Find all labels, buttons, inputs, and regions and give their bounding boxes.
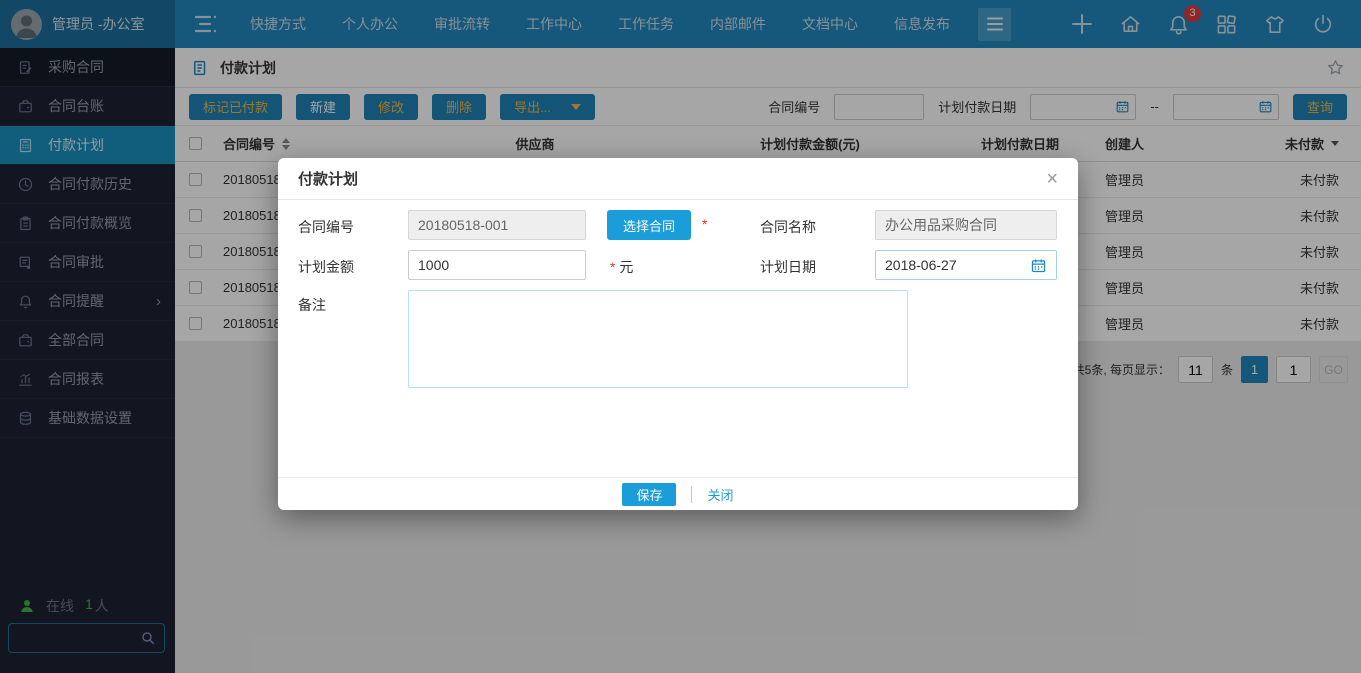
remark-label: 备注 [298, 295, 326, 315]
unit-label: 元 [619, 259, 633, 275]
close-icon[interactable]: × [1046, 169, 1058, 189]
contract-no-field[interactable] [408, 210, 586, 240]
close-button[interactable]: 关闭 [707, 485, 733, 504]
plan-date-label: 计划日期 [760, 257, 816, 277]
amount-unit: * 元 [610, 257, 633, 277]
remark-textarea[interactable] [408, 290, 908, 388]
amount-label: 计划金额 [298, 257, 354, 277]
contract-no-label: 合同编号 [298, 217, 354, 237]
amount-field[interactable] [408, 250, 586, 280]
contract-name-label: 合同名称 [760, 217, 816, 237]
footer-divider [691, 486, 692, 503]
dialog-footer: 保存 关闭 [278, 477, 1078, 510]
contract-name-field[interactable] [875, 210, 1057, 240]
dialog-header: 付款计划 × [278, 158, 1078, 200]
dialog-title: 付款计划 [298, 168, 358, 189]
save-button[interactable]: 保存 [622, 483, 676, 506]
required-mark: * [702, 216, 707, 232]
app-window: 管理员 -办公室 快捷方式 个人办公 审批流转 工作中心 工作任务 内部邮件 文… [0, 0, 1361, 673]
dialog-body: 合同编号 选择合同 * 合同名称 计划金额 * 元 计划日期 备注 [278, 200, 1078, 477]
payment-plan-dialog: 付款计划 × 合同编号 选择合同 * 合同名称 计划金额 * 元 计划日期 备注… [278, 158, 1078, 510]
calendar-icon[interactable] [1030, 257, 1047, 274]
select-contract-button[interactable]: 选择合同 [607, 210, 691, 240]
required-mark: * [610, 259, 615, 275]
